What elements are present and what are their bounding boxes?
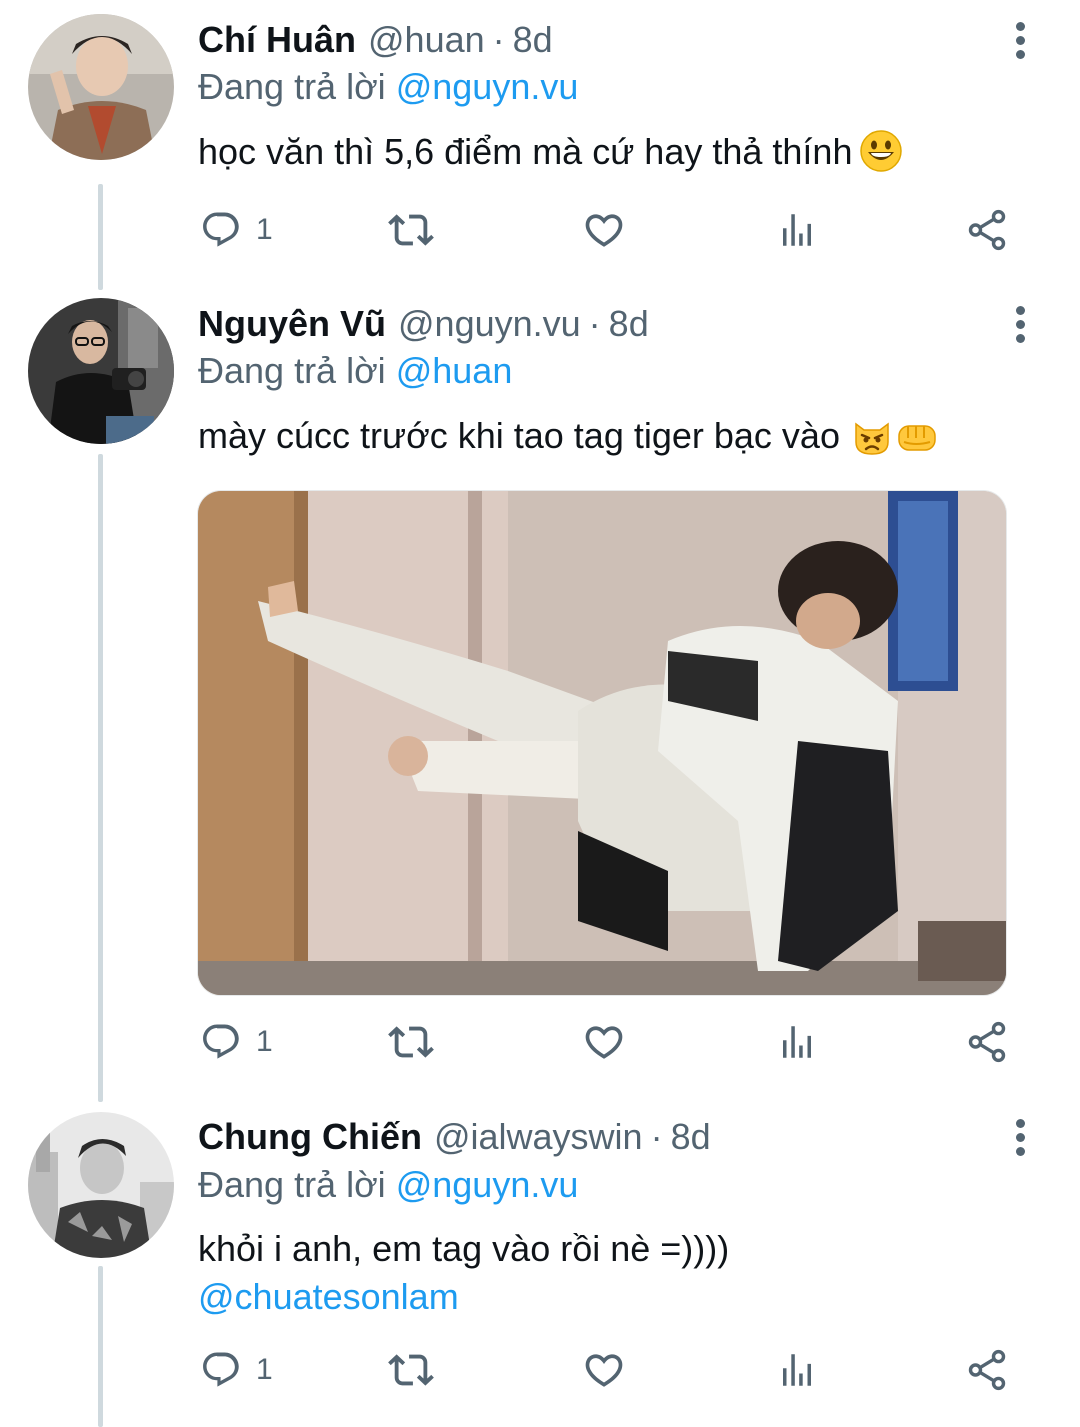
tweet-text-content: học văn thì 5,6 điểm mà cứ hay thả thính bbox=[198, 131, 853, 172]
timestamp[interactable]: 8d bbox=[513, 19, 553, 60]
share-button[interactable] bbox=[964, 1346, 1010, 1394]
tweet-header: Chung Chiến @ialwayswin · 8d bbox=[198, 1113, 711, 1161]
thread-line bbox=[98, 1266, 103, 1427]
display-name[interactable]: Nguyên Vũ bbox=[198, 303, 386, 345]
tweet-actions: 1 bbox=[198, 206, 1018, 254]
thread-line bbox=[98, 184, 103, 290]
tweet-meta: @huan · 8d bbox=[368, 19, 553, 61]
reply-count: 1 bbox=[256, 1025, 273, 1058]
separator-dot: · bbox=[650, 1116, 663, 1157]
retweet-button[interactable] bbox=[388, 1018, 434, 1066]
display-name[interactable]: Chí Huân bbox=[198, 19, 356, 61]
thread-line bbox=[98, 454, 103, 1102]
display-name[interactable]: Chung Chiến bbox=[198, 1116, 422, 1158]
replying-to: Đang trả lời @nguyn.vu bbox=[198, 1164, 578, 1206]
like-button[interactable] bbox=[582, 1018, 626, 1066]
separator-dot: · bbox=[492, 19, 505, 60]
views-button[interactable] bbox=[776, 1018, 818, 1066]
timestamp[interactable]: 8d bbox=[609, 303, 649, 344]
views-icon bbox=[783, 214, 811, 246]
mention-link[interactable]: @chuatesonlam bbox=[198, 1273, 729, 1321]
reply-icon bbox=[203, 1024, 239, 1059]
views-button[interactable] bbox=[776, 206, 818, 254]
views-icon bbox=[783, 1026, 811, 1058]
grinning-face-emoji bbox=[860, 130, 903, 184]
tweet-text-content: mày cúcc trước khi tao tag tiger bạc vào bbox=[198, 415, 840, 456]
replying-to-label: Đang trả lời bbox=[198, 1164, 386, 1205]
avatar[interactable] bbox=[28, 1112, 174, 1258]
tweet-actions: 1 bbox=[198, 1018, 1018, 1066]
retweet-icon bbox=[388, 1026, 434, 1058]
separator-dot: · bbox=[588, 303, 601, 344]
replying-to-mention[interactable]: @huan bbox=[396, 350, 513, 391]
replying-to: Đang trả lời @nguyn.vu bbox=[198, 66, 578, 108]
handle[interactable]: @ialwayswin bbox=[434, 1116, 643, 1157]
retweet-button[interactable] bbox=[388, 1346, 434, 1394]
tweet-actions: 1 bbox=[198, 1346, 1018, 1394]
retweet-icon bbox=[388, 214, 434, 246]
tweet-header: Nguyên Vũ @nguyn.vu · 8d bbox=[198, 300, 649, 348]
replying-to-label: Đang trả lời bbox=[198, 350, 386, 391]
oncoming-fist-emoji bbox=[896, 416, 938, 468]
tweet-text-content: khỏi i anh, em tag vào rồi nè =)))) bbox=[198, 1228, 730, 1269]
tweet-text: khỏi i anh, em tag vào rồi nè =)))) @chu… bbox=[198, 1225, 729, 1321]
more-icon[interactable] bbox=[1002, 300, 1038, 348]
tweet-meta: @nguyn.vu · 8d bbox=[398, 303, 649, 345]
more-icon[interactable] bbox=[1002, 1113, 1038, 1161]
like-button[interactable] bbox=[582, 206, 626, 254]
share-button[interactable] bbox=[964, 206, 1010, 254]
retweet-button[interactable] bbox=[388, 206, 434, 254]
share-icon bbox=[968, 1021, 1006, 1063]
handle[interactable]: @huan bbox=[368, 19, 485, 60]
tweet-text: học văn thì 5,6 điểm mà cứ hay thả thính bbox=[198, 128, 903, 184]
like-icon bbox=[585, 1354, 623, 1387]
reply-button[interactable]: 1 bbox=[200, 1018, 273, 1066]
share-icon bbox=[968, 209, 1006, 251]
like-button[interactable] bbox=[582, 1346, 626, 1394]
reply-count: 1 bbox=[256, 213, 273, 246]
avatar[interactable] bbox=[28, 14, 174, 160]
tweet-meta: @ialwayswin · 8d bbox=[434, 1116, 711, 1158]
reply-count: 1 bbox=[256, 1353, 273, 1386]
replying-to: Đang trả lời @huan bbox=[198, 350, 512, 392]
reply-icon bbox=[203, 212, 239, 247]
more-icon[interactable] bbox=[1002, 16, 1038, 64]
views-icon bbox=[783, 1354, 811, 1386]
replying-to-label: Đang trả lời bbox=[198, 66, 386, 107]
like-icon bbox=[585, 214, 623, 247]
like-icon bbox=[585, 1026, 623, 1059]
reply-button[interactable]: 1 bbox=[200, 1346, 273, 1394]
pouting-cat-emoji bbox=[852, 416, 892, 468]
tweet-header: Chí Huân @huan · 8d bbox=[198, 16, 553, 64]
share-button[interactable] bbox=[964, 1018, 1010, 1066]
reply-button[interactable]: 1 bbox=[200, 206, 273, 254]
share-icon bbox=[968, 1349, 1006, 1391]
avatar[interactable] bbox=[28, 298, 174, 444]
tweet-text: mày cúcc trước khi tao tag tiger bạc vào bbox=[198, 412, 938, 468]
views-button[interactable] bbox=[776, 1346, 818, 1394]
replying-to-mention[interactable]: @nguyn.vu bbox=[396, 1164, 579, 1205]
reply-icon bbox=[203, 1352, 239, 1387]
replying-to-mention[interactable]: @nguyn.vu bbox=[396, 66, 579, 107]
tweet-media-image[interactable] bbox=[197, 490, 1007, 996]
handle[interactable]: @nguyn.vu bbox=[398, 303, 581, 344]
timestamp[interactable]: 8d bbox=[671, 1116, 711, 1157]
retweet-icon bbox=[388, 1354, 434, 1386]
